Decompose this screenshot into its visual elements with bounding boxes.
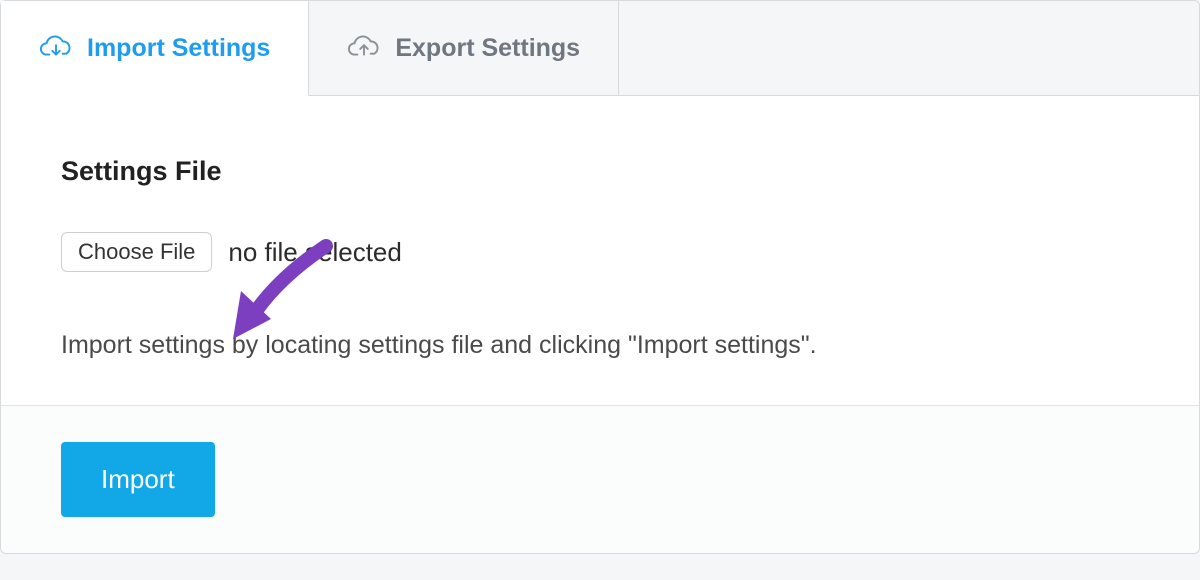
- tab-content: Settings File Choose File no file select…: [1, 96, 1199, 405]
- file-input-row: Choose File no file selected: [61, 232, 1139, 272]
- settings-panel: Import Settings Export Settings Settings…: [0, 0, 1200, 554]
- section-title: Settings File: [61, 156, 1139, 187]
- tab-bar: Import Settings Export Settings: [1, 1, 1199, 96]
- tab-bar-spacer: [619, 1, 1199, 96]
- file-selected-status: no file selected: [228, 237, 401, 268]
- import-button[interactable]: Import: [61, 442, 215, 517]
- cloud-upload-icon: [347, 35, 381, 61]
- tab-import-settings[interactable]: Import Settings: [1, 1, 309, 96]
- panel-footer: Import: [1, 405, 1199, 553]
- cloud-download-icon: [39, 35, 73, 61]
- tab-import-label: Import Settings: [87, 34, 270, 63]
- tab-export-label: Export Settings: [395, 34, 580, 63]
- help-text: Import settings by locating settings fil…: [61, 327, 1139, 365]
- tab-export-settings[interactable]: Export Settings: [309, 1, 619, 96]
- choose-file-button[interactable]: Choose File: [61, 232, 212, 272]
